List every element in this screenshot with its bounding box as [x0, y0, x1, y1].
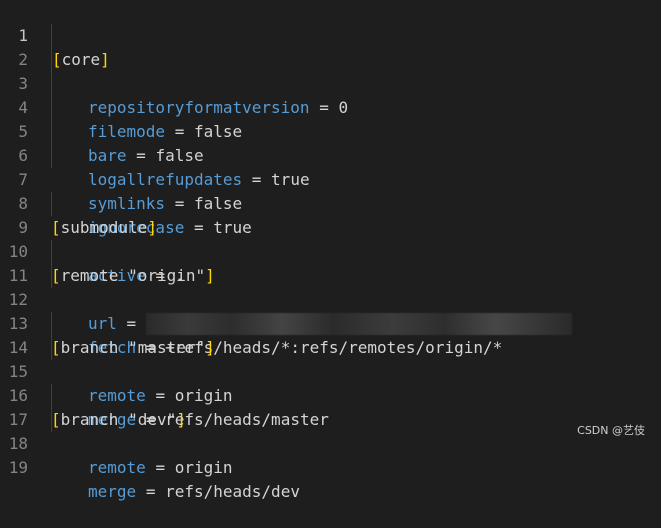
config-key: remote [88, 458, 146, 477]
code-line[interactable]: 7 ignorecase = true [0, 144, 661, 237]
config-value: origin [174, 458, 233, 477]
code-line[interactable]: 13 [branch "master"] [0, 288, 661, 357]
code-editor[interactable]: 1 [core] 2 repositoryformatversion = 0 3… [0, 0, 661, 501]
code-line[interactable]: 8 [submodule] [0, 168, 661, 237]
indent-guide [51, 336, 52, 360]
indent-guide [51, 24, 52, 48]
line-number: 19 [8, 458, 28, 477]
indent-guide [51, 72, 52, 96]
code-line[interactable]: 19 [0, 432, 661, 477]
code-line[interactable]: 15 merge = refs/heads/master [0, 336, 661, 429]
indent-guide [51, 384, 52, 408]
code-line[interactable]: 12 fetch = +refs/heads/*:refs/remotes/or… [0, 264, 661, 357]
code-line[interactable]: 18 merge = refs/heads/dev [0, 408, 661, 501]
indent-guide [51, 96, 52, 120]
code-line[interactable]: 14 remote = origin [0, 312, 661, 405]
code-line[interactable]: 5 logallrefupdates = true [0, 96, 661, 189]
indent-guide [51, 192, 52, 216]
code-line[interactable]: 11 url = [0, 240, 661, 335]
code-line[interactable]: 4 bare = false [0, 72, 661, 165]
code-line[interactable]: 3 filemode = false [0, 48, 661, 141]
indent-guide [51, 408, 52, 432]
watermark: CSDN @艺伎 [577, 424, 645, 437]
indent-guide [51, 48, 52, 72]
config-value: refs/heads/dev [165, 482, 300, 501]
code-line[interactable]: 1 [core] [0, 0, 661, 69]
config-key: merge [88, 482, 137, 501]
indent-guide [51, 312, 52, 336]
code-line[interactable]: 2 repositoryformatversion = 0 [0, 24, 661, 117]
code-line[interactable]: 9 active = . [0, 192, 661, 285]
equals-sign: = [155, 458, 166, 477]
code-line[interactable]: 16 [branch "dev"] [0, 360, 661, 429]
code-line[interactable]: 10 [remote "origin"] [0, 216, 661, 285]
indent-guide [51, 144, 52, 168]
equals-sign: = [145, 482, 156, 501]
indent-guide [51, 264, 52, 288]
indent-guide [51, 240, 52, 264]
code-line[interactable]: 6 symlinks = false [0, 120, 661, 213]
code-line[interactable]: 17 remote = origin [0, 384, 661, 477]
indent-guide [51, 120, 52, 144]
